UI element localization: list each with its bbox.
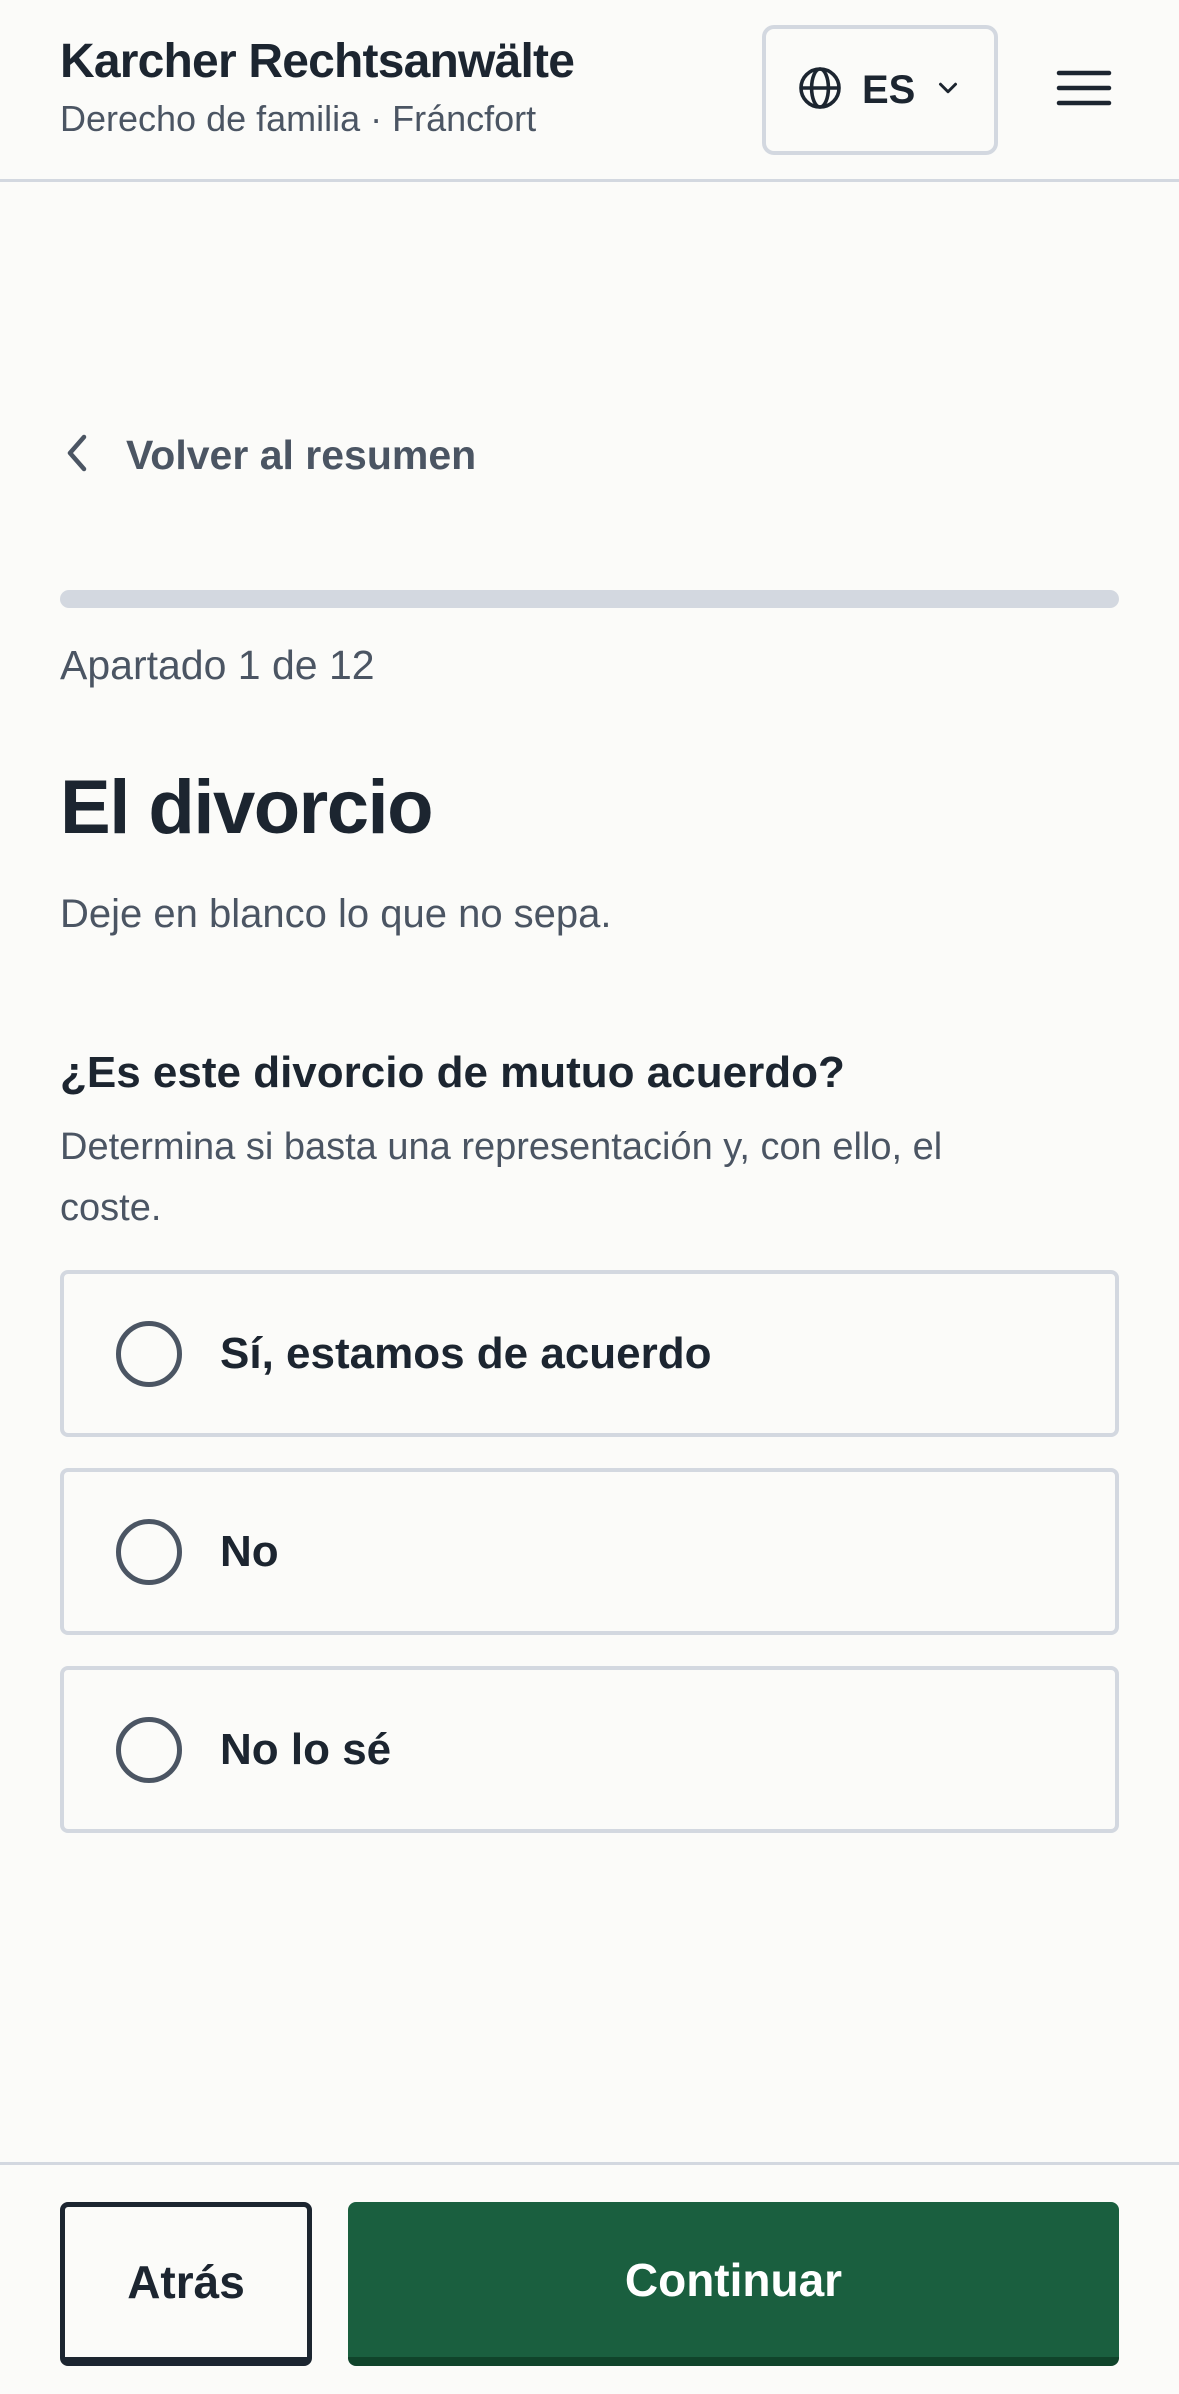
menu-button[interactable] [1048, 60, 1120, 120]
continue-button[interactable]: Continuar [348, 2202, 1119, 2366]
firm-name: Karcher Rechtsanwälte [60, 35, 575, 88]
radio-button[interactable] [116, 1518, 182, 1585]
option-label: No lo sé [220, 1724, 392, 1774]
language-code: ES [862, 67, 916, 112]
progress-bar [60, 590, 1119, 608]
option-si[interactable]: Sí, estamos de acuerdo [60, 1270, 1119, 1437]
questionnaire-page: Karcher Rechtsanwälte Derecho de familia… [0, 0, 1179, 2394]
back-button[interactable]: Atrás [60, 2202, 312, 2366]
language-selector[interactable]: ES [762, 25, 998, 155]
back-to-summary-link[interactable]: Volver al resumen [60, 420, 476, 490]
radio-button[interactable] [116, 1320, 182, 1387]
step-counter: Apartado 1 de 12 [60, 642, 375, 688]
section-intro: Deje en blanco lo que no sepa. [60, 892, 612, 936]
chevron-down-icon [933, 73, 963, 108]
hamburger-menu-icon [1056, 68, 1112, 113]
option-no-lo-se[interactable]: No lo sé [60, 1666, 1119, 1833]
firm-subtitle: Derecho de familia · Fráncfort [60, 98, 537, 139]
option-label: No [220, 1526, 279, 1576]
page-title: El divorcio [60, 765, 434, 850]
option-no[interactable]: No [60, 1468, 1119, 1635]
option-label: Sí, estamos de acuerdo [220, 1328, 712, 1378]
globe-icon [796, 64, 844, 117]
back-link-label: Volver al resumen [126, 431, 477, 478]
app-header: Karcher Rechtsanwälte Derecho de familia… [0, 0, 1179, 182]
question-label: ¿Es este divorcio de mutuo acuerdo? [60, 1048, 845, 1097]
radio-button[interactable] [116, 1716, 182, 1783]
chevron-left-icon [60, 431, 96, 480]
question-help-text: Determina si basta una representación y,… [60, 1126, 943, 1229]
